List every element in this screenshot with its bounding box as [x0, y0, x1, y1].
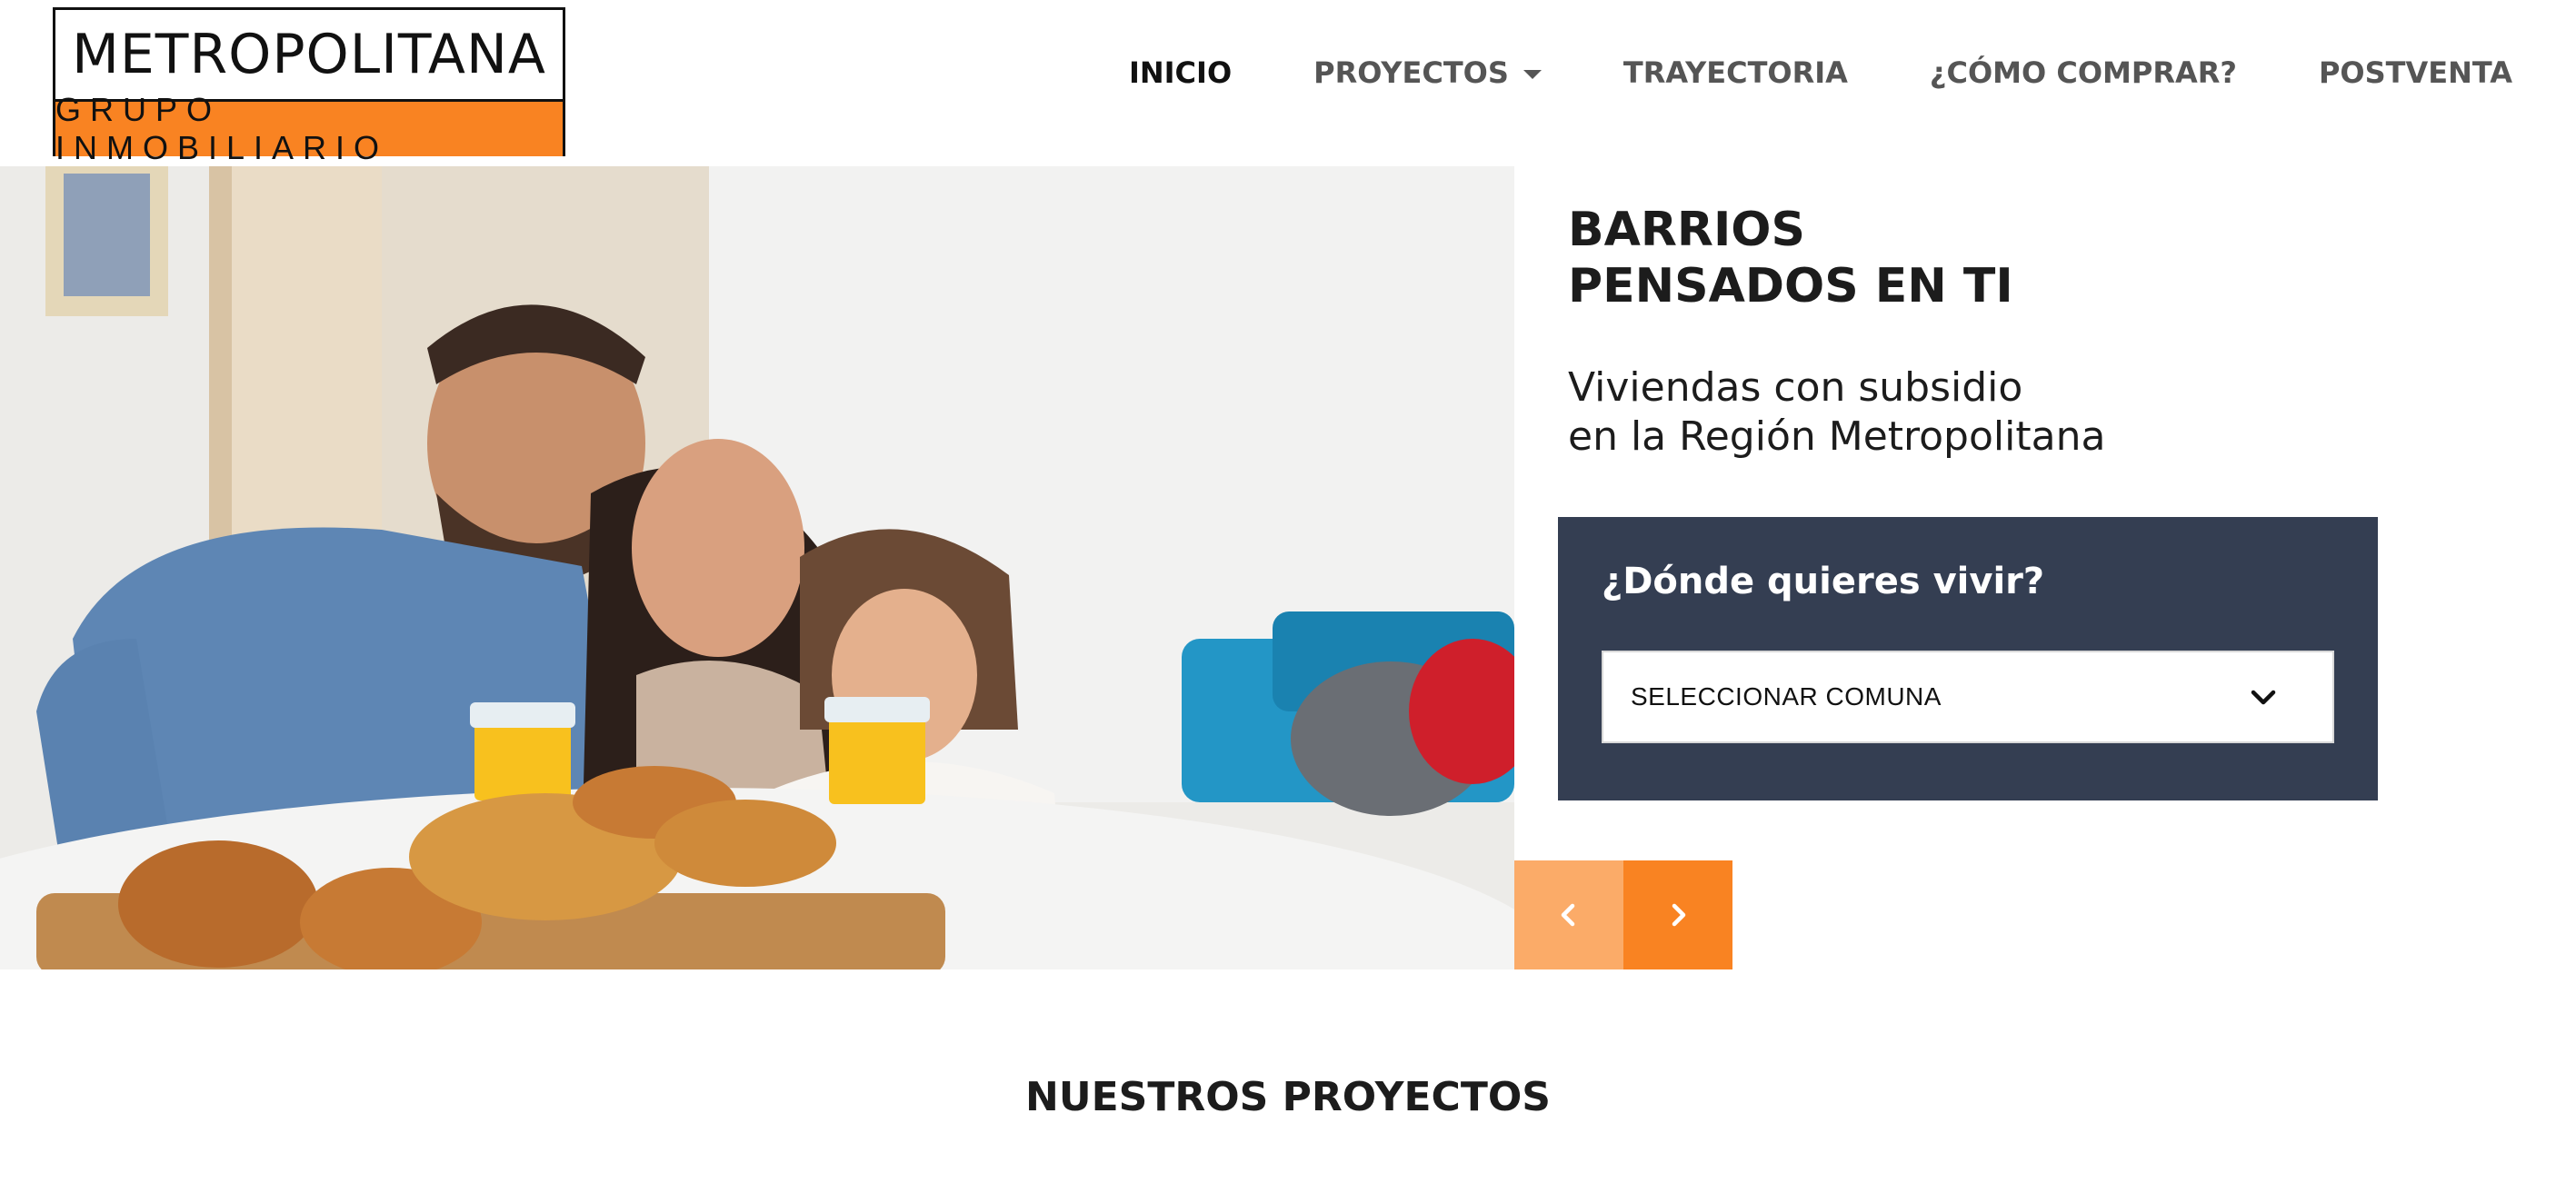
- nav-item-postventa[interactable]: POSTVENTA: [2319, 55, 2512, 90]
- hero-photo: [0, 166, 1514, 969]
- site-logo[interactable]: METROPOLITANA GRUPO INMOBILIARIO: [53, 7, 565, 166]
- chevron-right-icon: [1672, 903, 1686, 927]
- commune-select[interactable]: SELECCIONAR COMUNA: [1602, 651, 2334, 743]
- slider-prev-button[interactable]: [1514, 860, 1623, 969]
- hero-subtitle-line-1: Viviendas con subsidio: [1568, 364, 2023, 411]
- commune-search-box: ¿Dónde quieres vivir? SELECCIONAR COMUNA: [1558, 517, 2378, 800]
- nav-item-trayectoria[interactable]: TRAYECTORIA: [1623, 55, 1848, 90]
- logo-wordmark: METROPOLITANA: [72, 23, 546, 86]
- nav-item-label: PROYECTOS: [1313, 55, 1509, 90]
- hero-title-line-2: PENSADOS EN TI: [1568, 259, 2013, 313]
- family-breakfast-photo: [0, 166, 1514, 969]
- hero-subtitle-line-2: en la Región Metropolitana: [1568, 413, 2106, 460]
- main-nav: INICIO PROYECTOS TRAYECTORIA ¿CÓMO COMPR…: [1047, 0, 2512, 145]
- nav-item-label: TRAYECTORIA: [1622, 55, 1848, 90]
- hero-title-line-1: BARRIOS: [1568, 203, 1805, 257]
- nav-item-inicio[interactable]: INICIO: [1129, 55, 1232, 90]
- hero-title: BARRIOS PENSADOS EN TI: [1568, 202, 2386, 314]
- hero-subtitle: Viviendas con subsidio en la Región Metr…: [1568, 363, 2477, 462]
- nav-item-como-comprar[interactable]: ¿CÓMO COMPRAR?: [1930, 55, 2237, 90]
- commune-select-value: SELECCIONAR COMUNA: [1631, 682, 1942, 711]
- logo-tagline: GRUPO INMOBILIARIO: [55, 91, 563, 166]
- site-header: METROPOLITANA GRUPO INMOBILIARIO INICIO …: [0, 0, 2576, 166]
- nav-item-proyectos[interactable]: PROYECTOS: [1313, 55, 1542, 90]
- chevron-down-icon: [2251, 690, 2276, 705]
- nav-item-label: POSTVENTA: [2318, 55, 2512, 90]
- caret-down-icon: [1523, 69, 1542, 79]
- projects-section-title: NUESTROS PROYECTOS: [1025, 1074, 1551, 1120]
- nav-item-label: INICIO: [1128, 55, 1233, 90]
- nav-item-label: ¿CÓMO COMPRAR?: [1929, 55, 2237, 90]
- slider-next-button[interactable]: [1623, 860, 1732, 969]
- chevron-left-icon: [1561, 903, 1575, 927]
- search-title: ¿Dónde quieres vivir?: [1602, 561, 2045, 602]
